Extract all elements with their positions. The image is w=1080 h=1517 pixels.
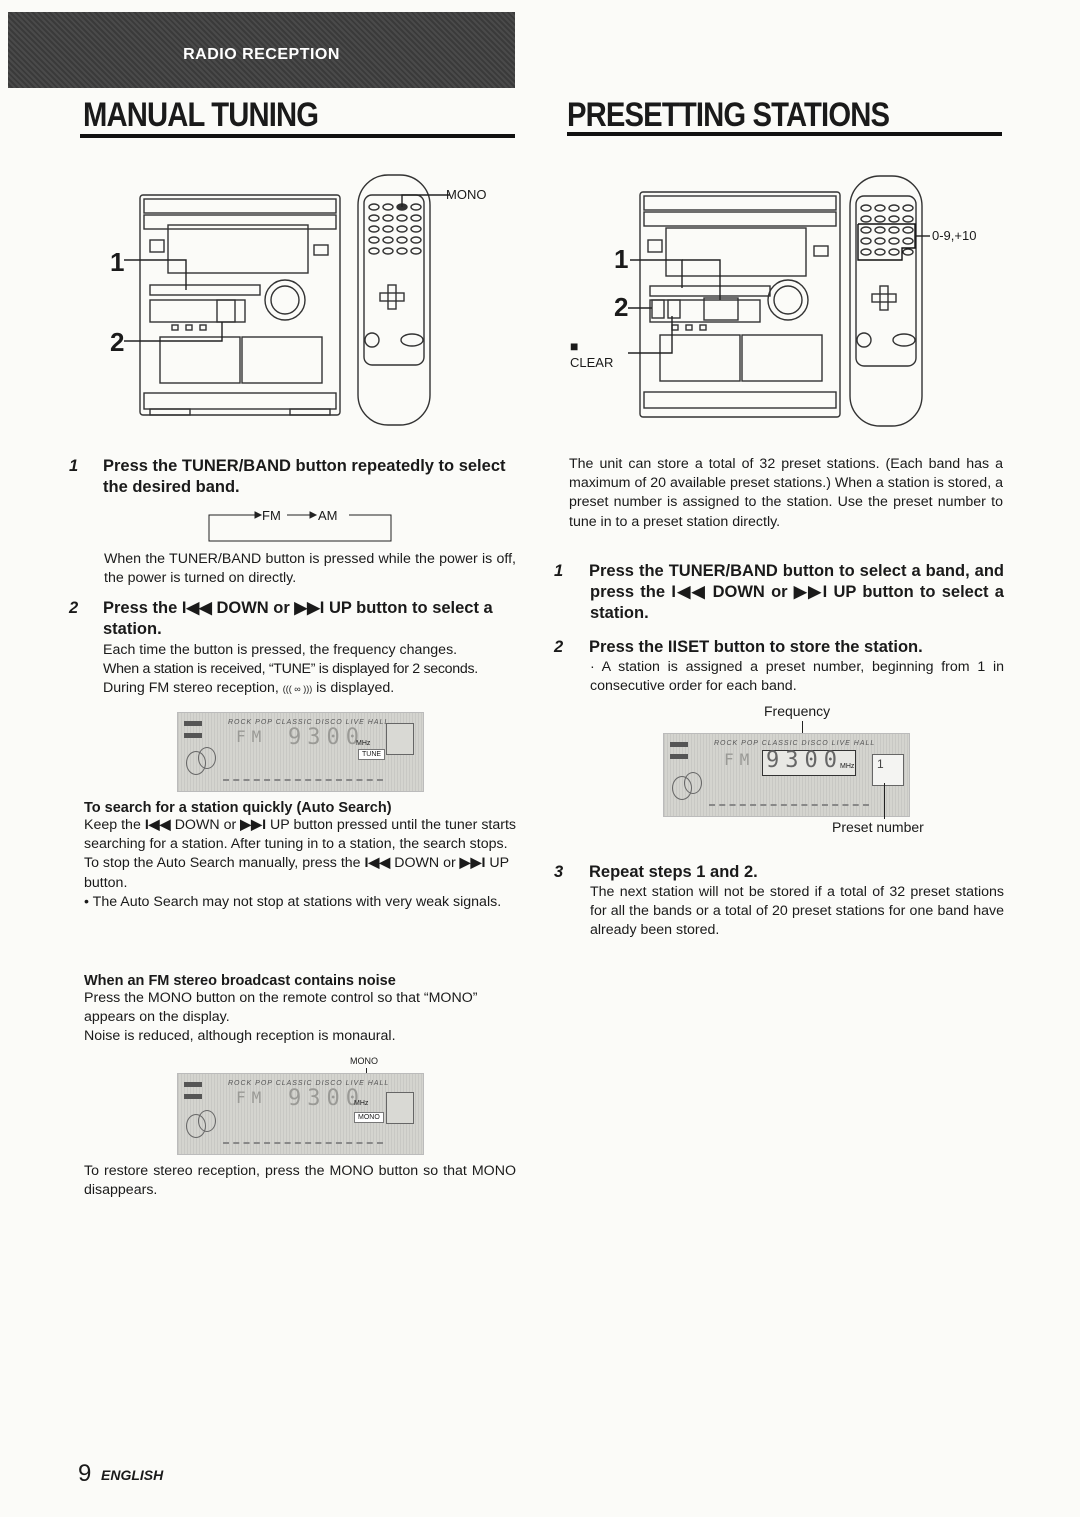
preset-step-1: 1 Press the TUNER/BAND button to select a… [554,562,1004,622]
stereo-unit-illustration [628,175,930,427]
stop-icon: ■ [570,338,579,354]
numpad-label: 0-9,+10 [932,228,977,243]
mono-indicator: MONO [354,1112,384,1123]
auto-search-heading: To search for a station quickly (Auto Se… [84,800,392,816]
band-cycle-diagram: FM AM [207,508,392,542]
step-2-line-2: When a station is received, “TUNE” is di… [103,661,478,678]
page-number: 9 [78,1460,92,1487]
down-icon: I◀◀ [181,599,212,617]
preset-box [386,1092,414,1124]
preset-box [386,723,414,755]
preset-step-2: 2 Press the IISET button to store the sta… [554,637,1004,696]
noise-p2: Noise is reduced, although reception is … [84,1028,396,1045]
stereo-indicator-icon: ((( ∞ ))) [282,684,313,695]
frequency-label: Frequency [764,703,831,719]
step-number: 3 [554,863,564,881]
band-am: AM [318,508,338,523]
band-readout: FM [236,1088,268,1107]
presetting-intro: The unit can store a total of 32 preset … [569,456,1003,530]
callout-2: 2 [614,292,629,322]
sound-mode-labels: ROCK POP CLASSIC DISCO LIVE HALL [714,740,876,747]
mono-callout-line [401,194,450,207]
callout-1: 1 [110,247,125,277]
frequency-readout: 9300 [766,748,843,773]
manual-step-1: 1 Press the TUNER/BAND button repeatedly … [69,456,516,498]
callout-2: 2 [110,327,125,357]
section-title: RADIO RECEPTION [183,46,340,63]
preset-step-3: 3 Repeat steps 1 and 2. The next station … [554,862,1004,941]
presetting-stations-title: PRESETTING STATIONS [567,96,890,134]
frequency-readout: 9300 [288,725,365,750]
up-icon: ▶▶I [459,855,486,872]
step-2-note: · A station is assigned a preset number,… [590,659,1004,695]
band-readout: FM [724,750,756,769]
step-number: 2 [69,599,79,617]
manual-tuning-figure: 1 2 MONO [100,165,500,440]
language-label: ENGLISH [101,1467,164,1483]
down-icon: I◀◀ [144,817,171,833]
preset-number-readout: 1 [877,757,884,771]
remote-control-illustration [357,174,431,426]
down-up-buttons [703,297,739,321]
callout-line-1 [630,259,683,288]
up-icon: ▶▶I [294,599,325,617]
noise-heading: When an FM stereo broadcast contains noi… [84,973,396,989]
down-icon: I◀◀ [671,583,707,601]
manual-step-2: 2 Press the I◀◀ DOWN or ▶▶I UP button to … [69,598,516,700]
unit-readout: MHz [354,1100,369,1107]
cassette-deck-a [159,336,241,384]
clear-label: CLEAR [570,355,614,370]
preset-callout-line [884,783,885,819]
down-icon: I◀◀ [364,855,391,872]
title-rule-left [80,134,515,138]
step-title: Press the TUNER/BAND button repeatedly t… [103,457,506,496]
step-2-line-1: Each time the button is pressed, the fre… [103,642,458,658]
presetting-figure: 1 2 ■ CLEAR 0-9,+10 [570,170,1000,435]
step-number: 2 [554,638,564,656]
cassette-deck-b [241,336,323,384]
remote-control-illustration [849,175,923,427]
mono-callout: MONO [350,1056,378,1066]
noise-p1: Press the MONO button on the remote cont… [84,990,478,1026]
up-icon: ▶▶I [240,817,267,833]
title-rule-right [567,132,1002,136]
down-up-buttons [216,299,246,323]
band-fm: FM [262,508,281,523]
stereo-display-window [167,224,309,274]
section-banner: RADIO RECEPTION [8,12,515,88]
manual-tuning-title: MANUAL TUNING [83,96,319,134]
tune-indicator: TUNE [358,749,386,760]
step-number: 1 [554,562,564,580]
up-icon: ▶▶I [793,583,828,601]
step-3-note: The next station will not be stored if a… [590,884,1004,939]
restore-stereo-note: To restore stereo reception, press the M… [84,1163,516,1199]
lcd-display-mono: ROCK POP CLASSIC DISCO LIVE HALL FM 9300… [177,1073,424,1155]
step-1-note: When the TUNER/BAND button is pressed wh… [104,551,516,587]
step-number: 1 [69,457,79,475]
callout-1: 1 [614,244,629,274]
stereo-unit-illustration [124,174,450,426]
noise-section: When an FM stereo broadcast contains noi… [84,973,516,1047]
auto-search-bullet: • The Auto Search may not stop at statio… [84,893,502,910]
unit-readout: MHz [356,740,371,747]
pause-set-icon: II [667,638,678,656]
mono-button-label: MONO [446,187,487,202]
band-readout: FM [236,727,268,746]
lcd-display-preset: ROCK POP CLASSIC DISCO LIVE HALL FM 9300… [663,733,910,817]
preset-number-box: 1 [872,754,904,786]
unit-readout: MHz [840,763,855,770]
lcd-display-tune: ROCK POP CLASSIC DISCO LIVE HALL FM 9300… [177,712,424,792]
preset-number-label: Preset number [832,819,924,835]
auto-search-section: To search for a station quickly (Auto Se… [84,800,516,912]
frequency-readout: 9300 [288,1086,365,1111]
